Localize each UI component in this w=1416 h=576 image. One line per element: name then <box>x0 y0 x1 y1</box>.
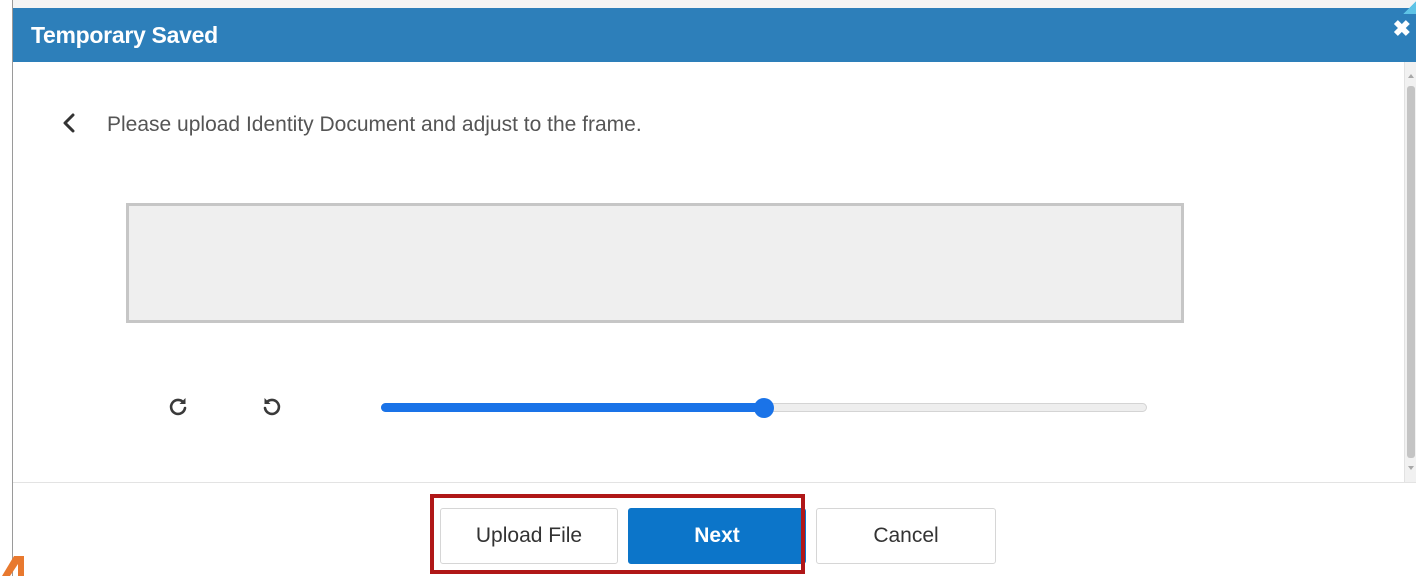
dialog-header: Temporary Saved ✖ <box>13 0 1416 62</box>
rotate-counterclockwise-icon[interactable] <box>259 394 285 420</box>
close-icon[interactable]: ✖ <box>1393 18 1411 40</box>
scroll-down-arrow-icon[interactable] <box>1408 466 1414 470</box>
scrollbar-thumb[interactable] <box>1407 86 1415 458</box>
vertical-scrollbar[interactable] <box>1404 62 1416 482</box>
dialog-title: Temporary Saved <box>31 22 218 48</box>
chevron-left-icon[interactable] <box>61 112 77 134</box>
cancel-button[interactable]: Cancel <box>816 508 996 564</box>
zoom-slider[interactable] <box>381 398 1147 418</box>
next-button[interactable]: Next <box>628 508 806 564</box>
footer-divider <box>13 482 1416 483</box>
upload-instruction: Please upload Identity Document and adju… <box>107 113 642 136</box>
document-crop-frame[interactable] <box>126 203 1184 323</box>
logo-fragment <box>2 556 24 576</box>
scroll-up-arrow-icon[interactable] <box>1408 74 1414 78</box>
slider-thumb[interactable] <box>754 398 774 418</box>
corner-accent <box>1403 0 1416 14</box>
upload-file-button[interactable]: Upload File <box>440 508 618 564</box>
temporary-saved-dialog: Temporary Saved ✖ Please upload Identity… <box>12 0 1416 576</box>
slider-fill <box>381 403 764 412</box>
rotate-clockwise-icon[interactable] <box>165 394 191 420</box>
